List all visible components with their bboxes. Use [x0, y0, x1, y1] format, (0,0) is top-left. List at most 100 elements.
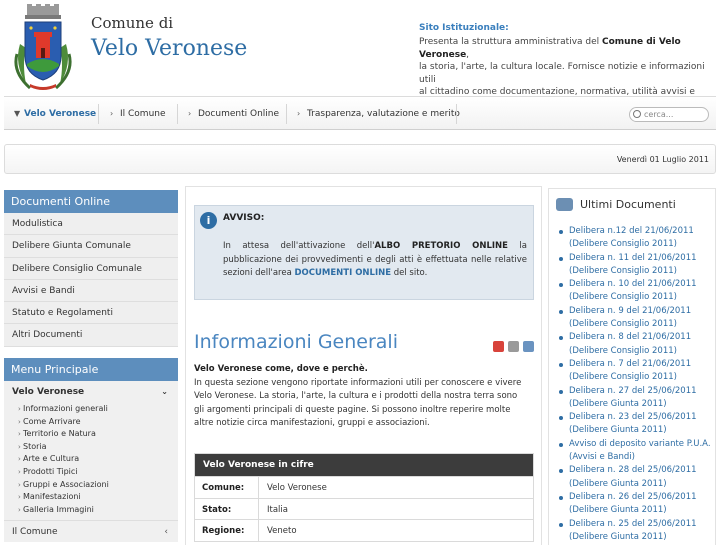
list-item[interactable]: Delibera n. 11 del 21/06/2011 (Delibere C… [559, 252, 715, 279]
site-header: Comune di Velo Veronese Sito Istituziona… [0, 0, 727, 110]
fact-value: Velo Veronese [267, 483, 327, 493]
document-title: Delibera n. 9 del 21/06/2011 [569, 305, 692, 316]
current-date: Venerdì 01 Luglio 2011 [616, 155, 709, 164]
bullet-icon [559, 389, 563, 394]
menu-item-label: Manifestazioni [23, 492, 81, 502]
search-placeholder: cerca... [644, 110, 674, 119]
bullet-icon [559, 256, 563, 261]
menu-item-prodotti-tipici[interactable]: › Prodotti Tipici [12, 466, 178, 479]
document-category: (Avvisi e Bandi) [569, 452, 635, 463]
doc-item-delibere-consiglio[interactable]: Delibere Consiglio Comunale [4, 257, 178, 280]
nav-label: Velo Veronese [24, 109, 97, 119]
date-bar: Venerdì 01 Luglio 2011 [4, 144, 716, 174]
ultimi-documenti-title: Ultimi Documenti [580, 198, 676, 211]
menu-item-label: Gruppi e Associazioni [23, 479, 109, 489]
doc-item-modulistica[interactable]: Modulistica [4, 213, 178, 236]
menu-item-label: Galleria Immagini [23, 504, 94, 514]
ultimi-documenti-list: Delibera n.12 del 21/06/2011 (Delibere Co… [559, 225, 715, 544]
page-title: Informazioni Generali [194, 331, 398, 353]
documenti-online-link[interactable]: DOCUMENTI ONLINE [294, 268, 391, 278]
fact-key: Comune: [202, 483, 245, 493]
doc-item-altri-documenti[interactable]: Altri Documenti [4, 324, 178, 347]
list-item[interactable]: Delibera n. 28 del 25/06/2011 (Delibere G… [559, 464, 715, 491]
avviso-notice: i AVVISO: In attesa dell'attivazione del… [194, 205, 534, 300]
list-item[interactable]: Delibera n. 27 del 25/06/2011 (Delibere G… [559, 385, 715, 412]
chevron-down-icon: ⌄ [161, 387, 168, 396]
menu-section-velo-veronese[interactable]: Velo Veronese ⌄ [12, 387, 178, 403]
menu-section-label: Il Comune [12, 527, 58, 538]
site-title[interactable]: Velo Veronese [91, 36, 247, 61]
nav-item-velo-veronese[interactable]: ▼ Velo Veronese [4, 97, 96, 130]
document-title: Delibera n. 8 del 21/06/2011 [569, 332, 692, 343]
document-title: Delibera n. 10 del 21/06/2011 [569, 279, 697, 290]
nav-item-trasparenza[interactable]: › Trasparenza, valutazione e merito [287, 97, 460, 130]
menu-item-informazioni-generali[interactable]: › Informazioni generali [12, 403, 178, 416]
list-item[interactable]: Delibera n. 7 del 21/06/2011 (Delibere Co… [559, 358, 715, 385]
site-description-comma: , [466, 49, 470, 60]
list-item[interactable]: Delibera n. 25 del 25/06/2011 (Delibere G… [559, 518, 715, 545]
albo-pretorio-bold: ALBO PRETORIO ONLINE [374, 241, 508, 251]
documenti-online-title: Documenti Online [4, 190, 178, 213]
nav-item-il-comune[interactable]: › Il Comune [100, 97, 166, 130]
nav-label: Trasparenza, valutazione e merito [307, 109, 460, 119]
bullet-icon [559, 309, 563, 314]
column-divider [258, 498, 259, 519]
list-item[interactable]: Delibera n. 9 del 21/06/2011 (Delibere Co… [559, 305, 715, 332]
bullet-icon [559, 442, 563, 447]
list-item[interactable]: Delibera n.12 del 21/06/2011 (Delibere Co… [559, 225, 715, 252]
print-icon[interactable] [508, 341, 519, 352]
search-icon [633, 110, 641, 118]
doc-item-delibere-giunta[interactable]: Delibere Giunta Comunale [4, 235, 178, 258]
fact-value: Italia [267, 504, 288, 515]
menu-principale-box: Menu Principale Velo Veronese ⌄ › Inform… [4, 358, 178, 543]
document-title: Delibera n. 26 del 25/06/2011 [569, 491, 697, 502]
bullet-icon [559, 336, 563, 341]
menu-item-storia[interactable]: › Storia [12, 441, 178, 454]
menu-section-il-comune[interactable]: Il Comune ‹ [4, 520, 178, 543]
bullet-icon [559, 495, 563, 500]
intro-paragraph: In questa sezione vengono riportate info… [194, 378, 522, 428]
sito-istituzionale-label: Sito Istituzionale: [419, 23, 509, 33]
facts-table-title: Velo Veronese in cifre [195, 454, 533, 476]
table-row: Stato: Italia [195, 497, 533, 519]
menu-item-galleria[interactable]: › Galleria Immagini [12, 504, 178, 517]
menu-item-label: Storia [23, 441, 47, 451]
menu-item-come-arrivare[interactable]: › Come Arrivare [12, 416, 178, 429]
bullet-icon [559, 283, 563, 288]
column-divider [258, 477, 259, 498]
doc-item-statuto[interactable]: Statuto e Regolamenti [4, 302, 178, 325]
menu-item-arte-cultura[interactable]: › Arte e Cultura [12, 453, 178, 466]
menu-item-label: Territorio e Natura [23, 429, 96, 439]
bullet-icon [559, 416, 563, 421]
menu-item-territorio[interactable]: › Territorio e Natura [12, 428, 178, 441]
document-title: Delibera n. 28 del 25/06/2011 [569, 465, 697, 476]
document-title: Delibera n. 23 del 25/06/2011 [569, 412, 697, 423]
search-input[interactable]: cerca... [629, 107, 709, 122]
chevron-left-icon: ‹ [164, 527, 168, 538]
menu-item-manifestazioni[interactable]: › Manifestazioni [12, 491, 178, 504]
nav-divider [456, 104, 457, 124]
menu-item-label: Come Arrivare [23, 416, 81, 426]
menu-item-gruppi[interactable]: › Gruppi e Associazioni [12, 479, 178, 492]
bullet-icon [559, 230, 563, 234]
ultimi-documenti-box: Ultimi Documenti Delibera n.12 del 21/06… [548, 188, 716, 545]
list-item[interactable]: Avviso di deposito variante P.U.A. (Avvis… [559, 438, 715, 465]
list-item[interactable]: Delibera n. 23 del 25/06/2011 (Delibere G… [559, 411, 715, 438]
bullet-icon [559, 522, 563, 527]
document-title: Delibera n. 7 del 21/06/2011 [569, 358, 692, 369]
list-item[interactable]: Delibera n. 26 del 25/06/2011 (Delibere G… [559, 491, 715, 518]
fact-key: Stato: [202, 504, 232, 515]
email-icon[interactable] [523, 341, 534, 352]
list-item[interactable]: Delibera n. 8 del 21/06/2011 (Delibere Co… [559, 331, 715, 358]
doc-item-avvisi-bandi[interactable]: Avvisi e Bandi [4, 279, 178, 303]
document-title: Delibera n. 27 del 25/06/2011 [569, 385, 697, 396]
document-category: (Delibere Giunta 2011) [569, 505, 667, 516]
document-category: (Delibere Consiglio 2011) [569, 372, 677, 383]
nav-item-documenti-online[interactable]: › Documenti Online [178, 97, 279, 130]
pdf-icon[interactable] [493, 341, 504, 352]
comune-di-label: Comune di [91, 14, 174, 32]
list-item[interactable]: Delibera n. 10 del 21/06/2011 (Delibere C… [559, 278, 715, 305]
nav-label: Il Comune [120, 109, 166, 119]
document-category: (Delibere Consiglio 2011) [569, 265, 677, 276]
coat-of-arms-logo[interactable] [12, 4, 74, 92]
